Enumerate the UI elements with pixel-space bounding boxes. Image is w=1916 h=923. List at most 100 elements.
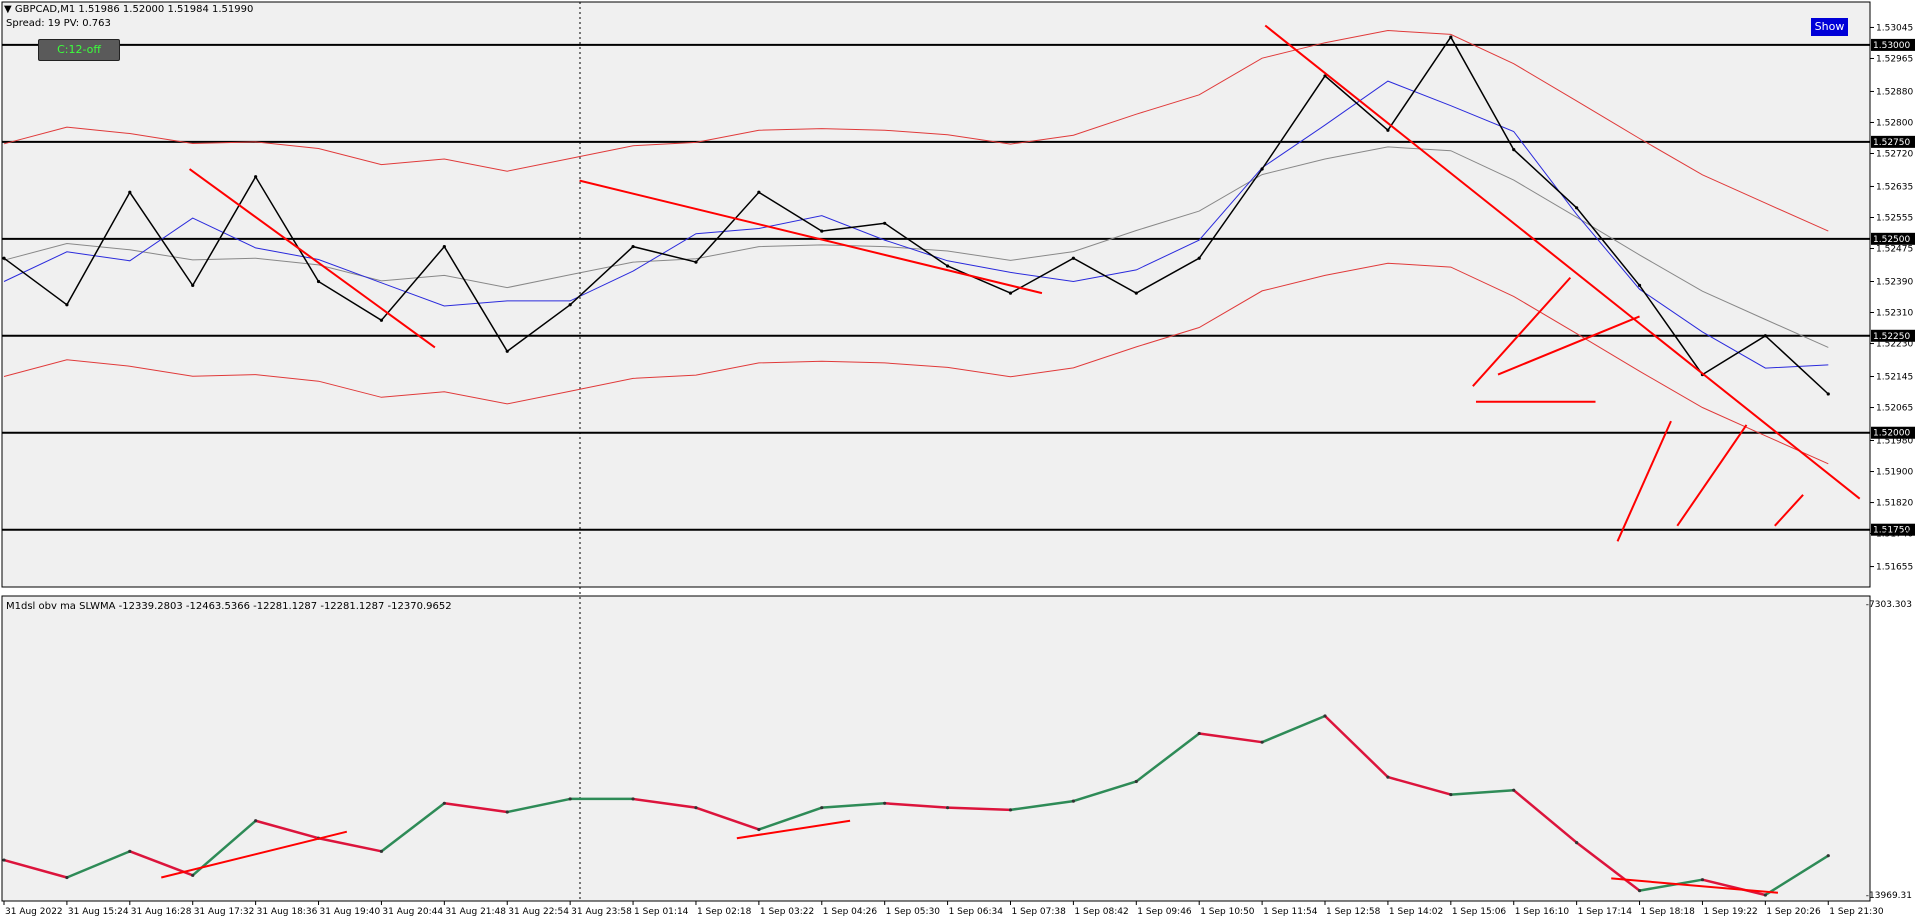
time-tick-29: 1 Sep 21:30 xyxy=(1829,907,1884,917)
obv-point-3 xyxy=(191,873,195,877)
price-tick-7: 1.52475 xyxy=(1876,245,1913,255)
time-tick-2: 31 Aug 16:28 xyxy=(131,907,192,917)
time-tick-6: 31 Aug 20:44 xyxy=(382,907,443,917)
price-point-0 xyxy=(2,256,6,260)
obv-point-12 xyxy=(757,827,761,832)
price-point-5 xyxy=(316,279,321,284)
time-tick-15: 1 Sep 06:34 xyxy=(949,907,1004,917)
price-point-8 xyxy=(505,349,509,353)
price-tick-2: 1.52880 xyxy=(1876,87,1913,97)
obv-point-2 xyxy=(128,849,132,853)
price-tick-14: 1.51900 xyxy=(1876,468,1913,478)
price-point-6 xyxy=(379,318,384,322)
time-tick-21: 1 Sep 12:58 xyxy=(1326,907,1381,917)
price-tick-12: 1.52065 xyxy=(1876,404,1913,414)
obv-point-18 xyxy=(1134,779,1138,784)
obv-point-14 xyxy=(883,801,887,805)
price-point-17 xyxy=(1071,256,1075,260)
price-tick-3: 1.52800 xyxy=(1876,118,1913,128)
obv-point-26 xyxy=(1637,889,1642,893)
collapse-triangle-icon[interactable]: ▼ xyxy=(4,4,12,15)
obv-point-10 xyxy=(631,797,635,801)
price-point-2 xyxy=(128,190,132,194)
price-point-28 xyxy=(1763,334,1767,338)
price-pane[interactable] xyxy=(1,1,1871,588)
time-tick-12: 1 Sep 03:22 xyxy=(760,907,814,917)
price-tick-10: 1.52230 xyxy=(1876,340,1913,350)
obv-point-17 xyxy=(1071,799,1075,803)
obv-point-0 xyxy=(2,858,6,862)
price-point-7 xyxy=(442,244,446,249)
obv-point-22 xyxy=(1386,775,1390,779)
obv-point-23 xyxy=(1449,792,1453,797)
price-tick-0: 1.53045 xyxy=(1876,23,1913,33)
obv-point-15 xyxy=(945,806,950,810)
time-tick-16: 1 Sep 07:38 xyxy=(1011,907,1066,917)
time-tick-23: 1 Sep 15:06 xyxy=(1452,907,1507,917)
obv-axis-top-label: -7303.303 xyxy=(1866,600,1912,610)
time-tick-9: 31 Aug 23:58 xyxy=(571,907,632,917)
show-button[interactable]: Show xyxy=(1811,18,1848,36)
obv-axis-bottom-label: -13969.31 xyxy=(1866,891,1912,901)
price-point-16 xyxy=(1008,291,1013,295)
obv-point-4 xyxy=(254,819,258,823)
obv-point-27 xyxy=(1700,878,1705,882)
price-point-29 xyxy=(1826,392,1830,396)
price-point-3 xyxy=(191,283,195,287)
price-point-23 xyxy=(1449,35,1453,39)
level-label-2: 1.52500 xyxy=(1873,235,1910,245)
price-tick-11: 1.52145 xyxy=(1876,373,1913,383)
obv-point-1 xyxy=(65,875,69,880)
symbol-info: ▼ GBPCAD,M1 1.51986 1.52000 1.51984 1.51… xyxy=(4,4,253,15)
obv-point-19 xyxy=(1197,731,1201,736)
level-label-1: 1.52750 xyxy=(1873,138,1910,148)
price-point-25 xyxy=(1575,206,1579,210)
time-tick-18: 1 Sep 09:46 xyxy=(1137,907,1192,917)
obv-point-7 xyxy=(442,801,446,805)
time-tick-17: 1 Sep 08:42 xyxy=(1074,907,1128,917)
obv-point-29 xyxy=(1826,854,1830,858)
obv-point-21 xyxy=(1323,714,1327,718)
time-tick-10: 1 Sep 01:14 xyxy=(634,907,689,917)
time-tick-8: 31 Aug 22:54 xyxy=(508,907,569,917)
time-tick-26: 1 Sep 18:18 xyxy=(1641,907,1696,917)
price-point-15 xyxy=(945,264,950,268)
time-tick-5: 31 Aug 19:40 xyxy=(320,907,381,917)
price-point-4 xyxy=(254,175,258,179)
obv-point-28 xyxy=(1763,893,1767,897)
price-tick-16: 1.51740 xyxy=(1876,530,1913,540)
obv-point-13 xyxy=(820,806,824,810)
time-tick-7: 31 Aug 21:48 xyxy=(445,907,506,917)
time-tick-4: 31 Aug 18:36 xyxy=(257,907,318,917)
price-point-10 xyxy=(631,244,635,249)
price-tick-1: 1.52965 xyxy=(1876,54,1913,64)
obv-point-25 xyxy=(1575,840,1579,845)
price-tick-5: 1.52635 xyxy=(1876,182,1913,192)
time-tick-1: 31 Aug 15:24 xyxy=(68,907,129,917)
indicator-pane[interactable] xyxy=(1,595,1871,902)
price-point-26 xyxy=(1637,283,1642,287)
price-point-24 xyxy=(1512,148,1516,152)
time-tick-11: 1 Sep 02:18 xyxy=(697,907,752,917)
time-tick-20: 1 Sep 11:54 xyxy=(1263,907,1318,917)
time-tick-19: 1 Sep 10:50 xyxy=(1200,907,1255,917)
obv-point-24 xyxy=(1512,788,1516,792)
indicator-label: M1dsl obv ma SLWMA -12339.2803 -12463.53… xyxy=(6,601,452,612)
time-tick-28: 1 Sep 20:26 xyxy=(1766,907,1821,917)
price-point-1 xyxy=(65,303,69,307)
price-tick-13: 1.51980 xyxy=(1876,437,1913,447)
price-tick-4: 1.52720 xyxy=(1876,150,1913,160)
price-point-12 xyxy=(757,190,761,194)
price-point-18 xyxy=(1134,291,1138,295)
price-point-19 xyxy=(1197,256,1201,260)
time-tick-25: 1 Sep 17:14 xyxy=(1578,907,1633,917)
time-tick-0: 31 Aug 2022 xyxy=(5,907,63,917)
control-button[interactable]: C:12-off xyxy=(38,39,120,61)
price-tick-8: 1.52390 xyxy=(1876,277,1913,287)
price-tick-6: 1.52555 xyxy=(1876,213,1913,223)
obv-point-8 xyxy=(505,810,509,814)
price-point-22 xyxy=(1386,128,1390,132)
price-point-13 xyxy=(820,229,824,233)
chart-window: 1.53000 1.52750 1.52500 1.52250 1.52000 1.517… xyxy=(0,0,1916,923)
obv-point-11 xyxy=(694,806,698,810)
